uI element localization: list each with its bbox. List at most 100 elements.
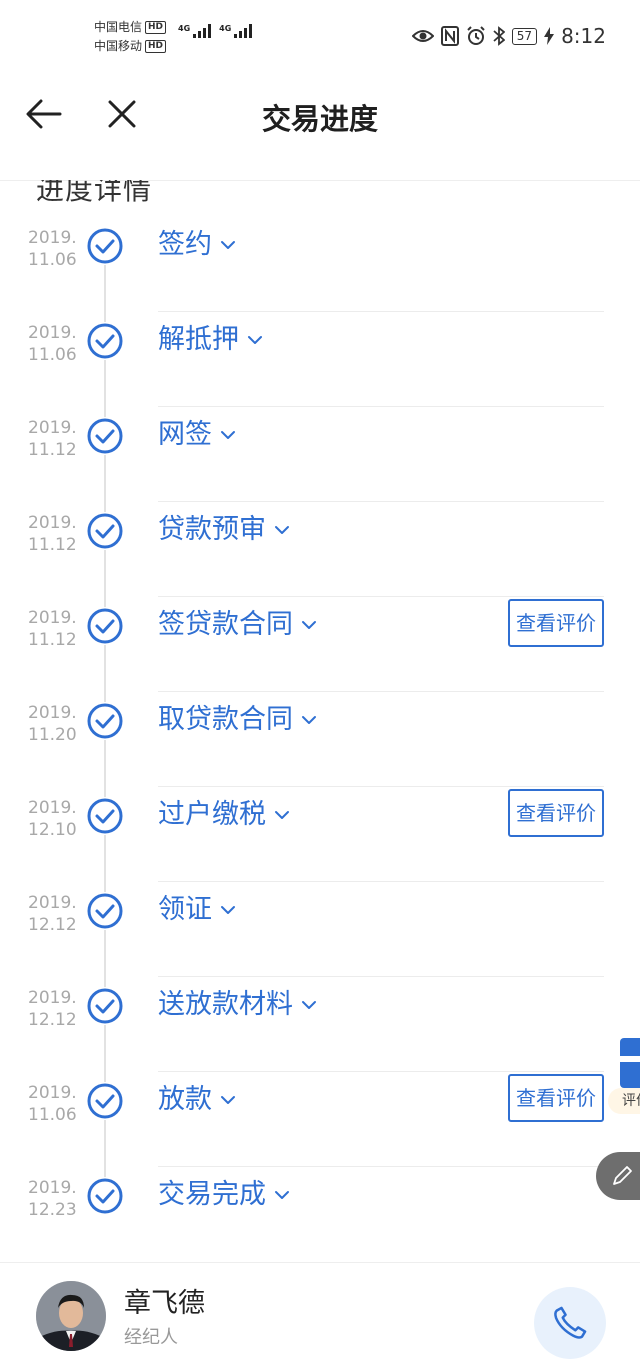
progress-step: 2019. 12.23 交易完成: [0, 1167, 640, 1260]
battery-level: 57: [511, 27, 538, 45]
progress-step: 2019. 12.12 领证: [0, 882, 640, 977]
chevron-down-icon: [220, 423, 236, 447]
progress-content[interactable]: 进度详情 2019. 11.06 签约 2019. 11.06 解抵押 2019. 11.12…: [0, 180, 640, 1260]
pencil-icon: [613, 1166, 632, 1185]
check-circle-icon: [86, 417, 124, 455]
carrier-info: 中国电信 HD 中国移动 HD: [94, 18, 167, 56]
step-label: 送放款材料: [158, 989, 293, 1020]
hd-badge: HD: [145, 21, 167, 34]
step-date: 2019. 11.12: [28, 513, 77, 555]
check-circle-icon: [86, 1082, 124, 1120]
step-date: 2019. 11.06: [28, 323, 77, 365]
step-date: 2019. 11.06: [28, 1083, 77, 1125]
step-label: 网签: [158, 419, 212, 450]
phone-icon: [554, 1306, 587, 1339]
check-circle-icon: [86, 227, 124, 265]
check-circle-icon: [86, 1177, 124, 1215]
signal-icon: 4G: [219, 24, 253, 38]
view-review-button[interactable]: 查看评价: [508, 1074, 604, 1122]
step-label: 解抵押: [158, 324, 239, 355]
chevron-down-icon: [247, 328, 263, 352]
progress-step: 2019. 11.12 网签: [0, 407, 640, 502]
step-date: 2019. 11.20: [28, 703, 77, 745]
edit-float-button[interactable]: [596, 1152, 640, 1200]
check-circle-icon: [86, 797, 124, 835]
step-label: 交易完成: [158, 1179, 266, 1210]
step-date: 2019. 11.12: [28, 608, 77, 650]
check-circle-icon: [86, 702, 124, 740]
progress-step: 2019. 11.12 贷款预审: [0, 502, 640, 597]
chevron-down-icon: [220, 898, 236, 922]
status-bar: 中国电信 HD 中国移动 HD 4G 4G 57 8:12: [0, 0, 640, 76]
transaction-progress-page: 中国电信 HD 中国移动 HD 4G 4G 57 8:12 交易进度 进度详情 …: [0, 0, 640, 1368]
gift-icon: [620, 1038, 640, 1088]
step-toggle[interactable]: 送放款材料: [158, 985, 317, 1025]
step-date: 2019. 12.23: [28, 1178, 77, 1220]
signal-icons: 4G 4G: [178, 24, 253, 38]
step-toggle[interactable]: 签约: [158, 225, 236, 265]
step-toggle[interactable]: 签贷款合同: [158, 605, 317, 645]
progress-step: 2019. 11.06 解抵押: [0, 312, 640, 407]
step-label: 签约: [158, 229, 212, 260]
step-toggle[interactable]: 交易完成: [158, 1175, 290, 1215]
step-label: 放款: [158, 1084, 212, 1115]
step-date: 2019. 12.12: [28, 988, 77, 1030]
agent-role: 经纪人: [124, 1327, 178, 1348]
step-label: 贷款预审: [158, 514, 266, 545]
top-nav: 交易进度: [0, 76, 640, 181]
step-label: 签贷款合同: [158, 609, 293, 640]
section-title: 进度详情: [36, 180, 153, 206]
agent-name: 章飞德: [124, 1288, 205, 1319]
step-toggle[interactable]: 贷款预审: [158, 510, 290, 550]
view-review-button[interactable]: 查看评价: [508, 789, 604, 837]
progress-steps: 2019. 11.06 签约 2019. 11.06 解抵押 2019. 11.12 网签 201…: [0, 217, 640, 1260]
step-toggle[interactable]: 领证: [158, 890, 236, 930]
agent-photo: [36, 1281, 106, 1351]
progress-step: 2019. 12.12 送放款材料: [0, 977, 640, 1072]
signal-icon: 4G: [178, 24, 212, 38]
step-date: 2019. 11.06: [28, 228, 77, 270]
progress-step: 2019. 11.06 放款 查看评价: [0, 1072, 640, 1167]
step-toggle[interactable]: 网签: [158, 415, 236, 455]
carrier-1: 中国电信: [94, 20, 143, 34]
check-circle-icon: [86, 322, 124, 360]
step-toggle[interactable]: 解抵押: [158, 320, 263, 360]
hd-badge: HD: [145, 40, 167, 53]
floating-review-widget[interactable]: 评价: [608, 1030, 640, 1116]
bluetooth-icon: [493, 26, 505, 46]
step-date: 2019. 12.10: [28, 798, 77, 840]
check-circle-icon: [86, 892, 124, 930]
status-icons: 57 8:12: [411, 24, 606, 48]
carrier-2: 中国移动: [94, 39, 143, 53]
chevron-down-icon: [220, 1088, 236, 1112]
step-label: 过户缴税: [158, 799, 266, 830]
charging-icon: [544, 27, 555, 45]
check-circle-icon: [86, 607, 124, 645]
eye-icon: [411, 30, 434, 42]
step-label: 取贷款合同: [158, 704, 293, 735]
progress-step: 2019. 11.06 签约: [0, 217, 640, 312]
chevron-down-icon: [274, 1183, 290, 1207]
clock: 8:12: [561, 24, 606, 48]
nfc-icon: [440, 26, 459, 46]
check-circle-icon: [86, 512, 124, 550]
step-date: 2019. 12.12: [28, 893, 77, 935]
chevron-down-icon: [301, 613, 317, 637]
progress-step: 2019. 11.12 签贷款合同 查看评价: [0, 597, 640, 692]
chevron-down-icon: [301, 993, 317, 1017]
progress-step: 2019. 11.20 取贷款合同: [0, 692, 640, 787]
review-tag: 评价: [608, 1088, 640, 1114]
chevron-down-icon: [301, 708, 317, 732]
chevron-down-icon: [274, 803, 290, 827]
step-toggle[interactable]: 取贷款合同: [158, 700, 317, 740]
step-toggle[interactable]: 过户缴税: [158, 795, 290, 835]
check-circle-icon: [86, 987, 124, 1025]
call-button[interactable]: [534, 1287, 606, 1359]
step-toggle[interactable]: 放款: [158, 1080, 236, 1120]
avatar[interactable]: [36, 1281, 106, 1351]
view-review-button[interactable]: 查看评价: [508, 599, 604, 647]
chevron-down-icon: [220, 233, 236, 257]
agent-bar: 章飞德 经纪人: [0, 1262, 640, 1368]
page-title: 交易进度: [261, 102, 378, 136]
alarm-icon: [467, 26, 485, 45]
